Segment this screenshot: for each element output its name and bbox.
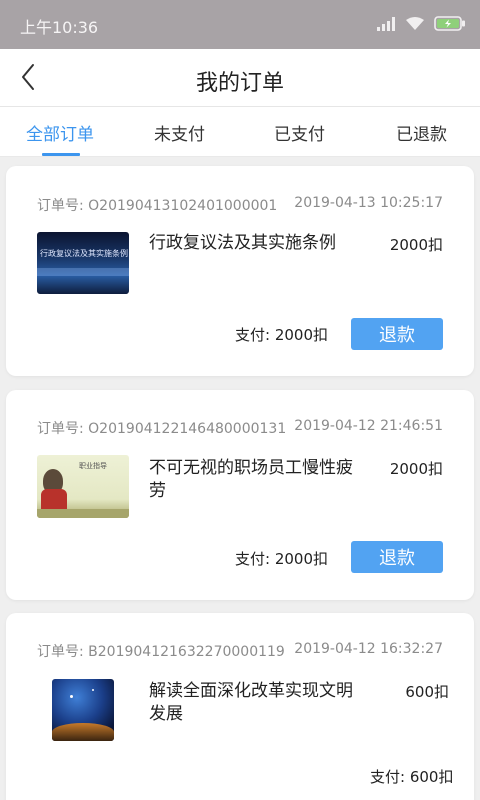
product-thumbnail[interactable]: 职业指导 xyxy=(37,455,129,518)
signal-icon xyxy=(376,16,396,35)
paid-amount: 支付: 2000扣 xyxy=(235,550,328,568)
refund-button[interactable]: 退款 xyxy=(351,318,443,350)
battery-icon xyxy=(434,15,466,35)
tab-unpaid[interactable]: 未支付 xyxy=(154,120,205,145)
product-price: 600扣 xyxy=(405,683,449,701)
order-card[interactable]: 订单号: O20190412214648000013​1 2019-04-12 … xyxy=(6,390,474,600)
order-number: 订单号: O20190413102401000001 xyxy=(37,198,278,214)
paid-amount: 支付: 600扣 xyxy=(370,768,454,786)
product-price: 2000扣 xyxy=(389,236,443,254)
nav-bar: 我的订单 xyxy=(0,49,480,107)
tab-paid[interactable]: 已支付 xyxy=(274,120,325,145)
wifi-icon xyxy=(405,16,425,35)
status-time: 上午10:36 xyxy=(20,18,99,37)
product-thumbnail[interactable] xyxy=(52,679,114,741)
page-title: 我的订单 xyxy=(195,71,284,96)
order-time: 2019-04-13 10:25:17 xyxy=(294,195,443,211)
order-time: 2019-04-12 21:46:51 xyxy=(294,418,443,434)
thumbnail-caption: 职业指导 xyxy=(79,462,107,470)
order-number: 订单号: O20190412214648000013​1 xyxy=(37,421,287,437)
order-time: 2019-04-12 16:32:27 xyxy=(294,641,443,657)
tab-refunded[interactable]: 已退款 xyxy=(396,120,447,145)
order-number: 订单号: B20190412163227000011​9 xyxy=(37,644,285,660)
refund-button[interactable]: 退款 xyxy=(351,541,443,573)
status-bar: 上午10:36 xyxy=(0,0,480,49)
order-card[interactable]: 订单号: B20190412163227000011​9 2019-04-12 … xyxy=(6,613,474,800)
product-title: 解读全面深化改革实现文明发展 xyxy=(149,681,353,724)
paid-amount: 支付: 2000扣 xyxy=(235,326,328,344)
order-card[interactable]: 订单号: O20190413102401000001 2019-04-13 10… xyxy=(6,166,474,376)
thumbnail-caption: 行政复议法及其实施条例 xyxy=(40,249,128,258)
tab-all-orders[interactable]: 全部订单 xyxy=(26,120,94,145)
active-tab-indicator xyxy=(42,153,80,156)
order-tabs: 全部订单 未支付 已支付 已退款 xyxy=(0,107,480,157)
product-price: 2000扣 xyxy=(389,460,443,478)
status-icons xyxy=(376,15,466,35)
product-title: 不可无视的职场员工慢性疲劳 xyxy=(149,458,353,501)
product-title: 行政复议法及其实施条例 xyxy=(149,233,336,253)
product-thumbnail[interactable]: 行政复议法及其实施条例 xyxy=(37,232,129,294)
